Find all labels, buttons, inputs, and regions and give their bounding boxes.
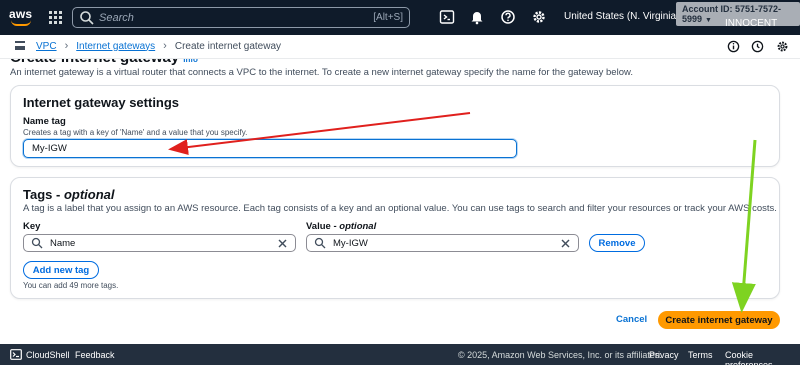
search-box[interactable]: [Alt+S] — [72, 7, 410, 28]
settings-heading: Internet gateway settings — [23, 95, 180, 110]
value-label: Value - optional — [306, 221, 377, 232]
copyright-text: © 2025, Amazon Web Services, Inc. or its… — [458, 350, 662, 360]
tags-heading: Tags - optional — [23, 187, 115, 202]
tags-panel: Tags - optional A tag is a label that yo… — [10, 177, 780, 299]
breadcrumb-current: Create internet gateway — [174, 40, 282, 52]
search-icon — [314, 237, 326, 249]
caret-down-icon: ▼ — [705, 17, 712, 24]
privacy-link[interactable]: Privacy — [649, 350, 679, 360]
name-tag-input[interactable] — [23, 139, 517, 158]
tags-remaining-hint: You can add 49 more tags. — [23, 281, 119, 290]
clear-x-icon[interactable] — [560, 238, 571, 249]
name-tag-label: Name tag — [23, 116, 66, 127]
cloudshell-icon — [10, 349, 22, 360]
region-label: United States (N. Virginia) — [564, 11, 680, 22]
cloudshell-icon[interactable] — [439, 9, 455, 25]
aws-smile-icon — [11, 20, 31, 26]
add-new-tag-button[interactable]: Add new tag — [23, 261, 99, 279]
tags-heading-suffix: optional — [63, 187, 115, 202]
settings-gear-icon[interactable] — [531, 9, 547, 25]
region-selector[interactable]: United States (N. Virginia)▼ — [564, 11, 691, 22]
tags-heading-text: Tags — [23, 187, 53, 202]
feedback-link[interactable]: Feedback — [75, 350, 115, 360]
top-navigation-bar: aws [Alt+S] United States (N. Virginia)▼… — [0, 0, 800, 35]
info-circle-icon[interactable] — [727, 40, 740, 53]
aws-logo-text: aws — [9, 7, 33, 21]
internet-gateway-settings-panel: Internet gateway settings Name tag Creat… — [10, 85, 780, 167]
page-description: An internet gateway is a virtual router … — [10, 67, 633, 78]
tag-key-value: Name — [50, 237, 76, 249]
create-internet-gateway-button[interactable]: Create internet gateway — [658, 311, 780, 329]
notifications-bell-icon[interactable] — [469, 9, 485, 25]
remove-tag-button[interactable]: Remove — [589, 234, 645, 252]
services-grid-icon[interactable] — [49, 11, 62, 24]
tag-value-value: My-IGW — [333, 237, 368, 249]
cookie-preferences-link[interactable]: Cookie preferences — [725, 350, 800, 365]
tags-description: A tag is a label that you assign to an A… — [23, 203, 777, 214]
tag-key-input[interactable]: Name — [23, 234, 296, 252]
console-footer: CloudShell Feedback © 2025, Amazon Web S… — [0, 344, 800, 365]
breadcrumb-link-internet-gateways[interactable]: Internet gateways — [76, 41, 155, 52]
cloudshell-label: CloudShell — [26, 349, 70, 360]
clear-x-icon[interactable] — [277, 238, 288, 249]
username-label[interactable]: INNOCENT — [725, 18, 777, 29]
history-clock-icon[interactable] — [751, 40, 764, 53]
search-input[interactable] — [99, 11, 359, 24]
breadcrumb-bar: VPC › Internet gateways › Create interne… — [0, 35, 800, 59]
cancel-button[interactable]: Cancel — [616, 314, 647, 325]
name-tag-description: Creates a tag with a key of 'Name' and a… — [23, 128, 248, 137]
settings-gear-icon[interactable] — [776, 40, 789, 53]
search-shortcut-hint: [Alt+S] — [373, 12, 403, 23]
aws-logo[interactable]: aws — [9, 7, 33, 27]
value-label-suffix: optional — [339, 221, 377, 232]
breadcrumb-link-vpc[interactable]: VPC — [36, 41, 57, 52]
search-icon — [31, 237, 43, 249]
cloudshell-link[interactable]: CloudShell — [10, 349, 70, 360]
value-label-text: Value — [306, 221, 331, 232]
search-icon — [80, 10, 94, 25]
menu-hamburger-icon[interactable] — [15, 41, 25, 50]
tag-value-input[interactable]: My-IGW — [306, 234, 579, 252]
key-label: Key — [23, 221, 41, 232]
chevron-right-icon: › — [64, 40, 69, 52]
help-icon[interactable] — [500, 9, 516, 25]
terms-link[interactable]: Terms — [688, 350, 713, 360]
chevron-right-icon: › — [163, 40, 167, 52]
breadcrumb: VPC › Internet gateways › Create interne… — [36, 40, 281, 52]
